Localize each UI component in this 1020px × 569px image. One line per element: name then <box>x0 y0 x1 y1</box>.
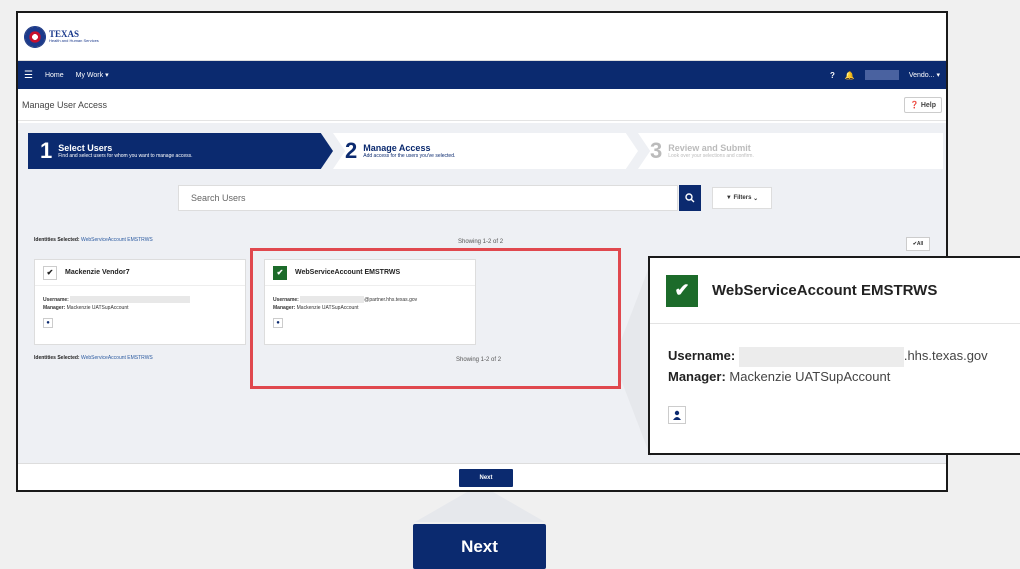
next-button-zoomed: Next <box>413 524 546 569</box>
wizard-stepper: 1 Select Users Find and select users for … <box>28 133 943 169</box>
bell-icon[interactable]: 🔔 <box>845 71 855 80</box>
person-icon[interactable]: ● <box>43 318 53 328</box>
menu-icon[interactable]: ☰ <box>24 70 33 81</box>
help-button[interactable]: ❓ Help <box>904 96 942 113</box>
checkbox-checked-icon: ✔ <box>666 274 698 307</box>
step-review-submit[interactable]: 3 Review and Submit Look over your select… <box>638 133 943 169</box>
filters-button[interactable]: ▼ Filters ⌄ <box>712 187 772 209</box>
top-navbar: ☰ Home My Work ▾ ? 🔔 Vendo... ▾ <box>18 61 946 89</box>
person-icon <box>668 405 686 424</box>
nav-home[interactable]: Home <box>45 72 64 79</box>
user-menu[interactable]: Vendo... ▾ <box>909 71 940 79</box>
logo-line2: Health and Human Services <box>49 38 99 43</box>
next-button[interactable]: Next <box>459 469 513 487</box>
hhs-logo[interactable]: TEXAS Health and Human Services <box>24 25 99 48</box>
search-input[interactable]: Search Users <box>178 185 678 211</box>
texas-seal-icon <box>24 25 46 48</box>
card-user-name: Mackenzie Vendor7 <box>65 269 130 276</box>
step-manage-access[interactable]: 2 Manage Access Add access for the users … <box>333 133 638 169</box>
step-select-users[interactable]: 1 Select Users Find and select users for … <box>28 133 333 169</box>
checkbox-unchecked[interactable]: ✔ <box>43 265 57 280</box>
page-header: Manage User Access ❓ Help <box>18 89 946 121</box>
showing-count-top: Showing 1-2 of 2 <box>458 239 504 245</box>
question-icon: ❓ <box>910 101 919 109</box>
user-name-redacted <box>864 70 899 80</box>
zoom-user-name: WebServiceAccount EMSTRWS <box>712 282 938 299</box>
page-title: Manage User Access <box>22 99 108 110</box>
user-card[interactable]: ✔ Mackenzie Vendor7 Username: Manager: M… <box>34 259 246 345</box>
search-icon <box>685 193 695 203</box>
select-all-button[interactable]: ✔ All <box>906 237 930 251</box>
search-button[interactable] <box>679 185 701 211</box>
filter-icon: ▼ <box>725 195 734 201</box>
zoom-callout-pointer-next <box>415 492 545 522</box>
identities-selected-top: Identities Selected: WebServiceAccount E… <box>34 237 153 243</box>
zoomed-user-card: ✔ WebServiceAccount EMSTRWS Username: .h… <box>648 256 1020 455</box>
chevron-down-icon: ⌄ <box>751 195 759 202</box>
footer-bar: Next <box>18 463 946 490</box>
username-redacted <box>70 296 191 304</box>
logo-bar: TEXAS Health and Human Services <box>18 13 946 61</box>
highlight-box <box>250 248 621 389</box>
username-redacted <box>738 346 904 367</box>
help-circle-icon[interactable]: ? <box>830 71 835 80</box>
identities-selected-bottom: Identities Selected: WebServiceAccount E… <box>34 355 153 361</box>
nav-my-work[interactable]: My Work ▾ <box>76 71 109 79</box>
